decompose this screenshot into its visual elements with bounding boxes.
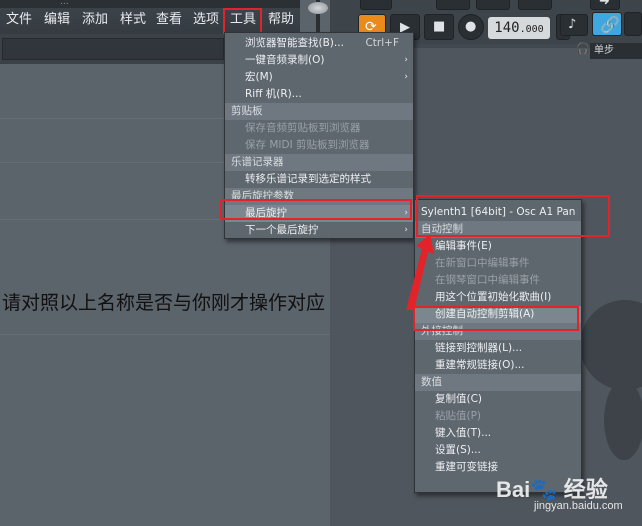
tools-menu-item: 保存 MIDI 剪贴板到浏览器 bbox=[225, 137, 413, 154]
tools-menu-item-label: 一键音频录制(O) bbox=[245, 54, 325, 66]
tools-menu-item[interactable]: 宏(M) › bbox=[225, 69, 413, 86]
snap-button[interactable] bbox=[624, 12, 642, 36]
submenu-item-label: 复制值(C) bbox=[435, 393, 483, 405]
submenu-item[interactable]: 链接到控制器(L)... bbox=[415, 340, 581, 357]
submenu-item-label: 粘贴值(P) bbox=[435, 410, 482, 422]
menu-help[interactable]: 帮助 bbox=[264, 11, 298, 29]
menu-add[interactable]: 添加 bbox=[78, 11, 112, 29]
record-icon: ● bbox=[465, 19, 477, 34]
tools-menu-item-label: Riff 机(R)... bbox=[245, 88, 302, 100]
menu-edit[interactable]: 编辑 bbox=[40, 11, 74, 29]
annotation-text: 请对照以上名称是否与你刚才操作对应 bbox=[2, 292, 326, 314]
tool-button[interactable] bbox=[436, 0, 470, 10]
typing-keyboard-button[interactable]: ♪ bbox=[560, 14, 588, 36]
step-mode-label: 单步 bbox=[594, 45, 614, 56]
link-icon: 🔗 bbox=[600, 15, 620, 34]
submenu-item: 粘贴值(P) bbox=[415, 408, 581, 425]
title-strip-text: ... bbox=[60, 0, 69, 7]
tools-menu-highlight-box bbox=[223, 8, 262, 35]
link-button[interactable]: 🔗 bbox=[592, 12, 622, 36]
tool-button[interactable] bbox=[476, 0, 510, 10]
master-volume-knob[interactable] bbox=[308, 2, 328, 14]
tools-menu-item-label: 宏(M) bbox=[245, 71, 273, 83]
submenu-item-label: 重建可变链接 bbox=[435, 461, 498, 473]
red-arrow bbox=[406, 234, 434, 310]
submenu-item-label: 用这个位置初始化歌曲(I) bbox=[435, 291, 552, 303]
submenu-item-label: 在钢琴窗口中编辑事件 bbox=[435, 274, 540, 286]
submenu-item-label: 数值 bbox=[421, 376, 442, 388]
submenu-section-header: 数值 bbox=[415, 374, 581, 391]
submenu-item-label: 在新窗口中编辑事件 bbox=[435, 257, 530, 269]
tempo-display[interactable]: 140.000 bbox=[488, 17, 550, 39]
submenu-item-label: 键入值(T)... bbox=[435, 427, 492, 439]
submenu-item-label: 设置(S)... bbox=[435, 444, 481, 456]
tools-menu-item[interactable]: 下一个最后旋拧 › bbox=[225, 222, 413, 239]
music-note-icon: ♪ bbox=[568, 17, 577, 32]
submenu-item[interactable]: 复制值(C) bbox=[415, 391, 581, 408]
tools-menu-item: 保存音频剪贴板到浏览器 bbox=[225, 120, 413, 137]
tools-menu-section-header: 乐谱记录器 bbox=[225, 154, 413, 171]
tools-menu-item-label: 保存音频剪贴板到浏览器 bbox=[245, 122, 361, 134]
submenu-item[interactable]: 重建常规链接(O)... bbox=[415, 357, 581, 374]
menu-view[interactable]: 查看 bbox=[152, 11, 186, 29]
submenu-item-label: 链接到控制器(L)... bbox=[435, 342, 523, 354]
arrow-right-icon: ➜ bbox=[599, 0, 610, 9]
record-button[interactable]: ● bbox=[458, 14, 484, 40]
menu-patterns[interactable]: 样式 bbox=[116, 11, 150, 29]
submenu-item-label: 编辑事件(E) bbox=[435, 240, 492, 252]
tempo-decimals: .000 bbox=[519, 24, 544, 35]
step-mode-dropdown[interactable]: 单步 bbox=[590, 43, 642, 59]
tools-menu-section-header: 剪贴板 bbox=[225, 103, 413, 120]
tools-menu-item[interactable]: Riff 机(R)... bbox=[225, 86, 413, 103]
tools-menu-item-label: 转移乐谱记录到选定的样式 bbox=[245, 173, 371, 185]
tools-menu-item[interactable]: 转移乐谱记录到选定的样式 bbox=[225, 171, 413, 188]
tools-menu-item-shortcut: Ctrl+F bbox=[365, 37, 399, 49]
tools-menu-item-label: 浏览器智能查找(B)... bbox=[245, 37, 344, 49]
stop-icon: ■ bbox=[433, 19, 446, 34]
tools-menu-item-label: 保存 MIDI 剪贴板到浏览器 bbox=[245, 139, 370, 151]
submenu-title-highlight-box bbox=[416, 195, 610, 237]
title-strip: ... bbox=[0, 0, 300, 8]
next-button[interactable]: ➜ bbox=[590, 0, 620, 10]
tools-menu-item-label: 乐谱记录器 bbox=[231, 156, 284, 168]
last-tweak-highlight-box bbox=[220, 199, 412, 220]
hint-panel bbox=[2, 38, 224, 60]
tools-menu-item[interactable]: 一键音频录制(O) › bbox=[225, 52, 413, 69]
background-shape bbox=[604, 380, 642, 460]
menu-options[interactable]: 选项 bbox=[189, 11, 223, 29]
submenu-item[interactable]: 键入值(T)... bbox=[415, 425, 581, 442]
submenu-arrow-icon: › bbox=[404, 55, 408, 65]
headphone-icon: 🎧 bbox=[576, 42, 590, 55]
submenu-arrow-icon: › bbox=[404, 72, 408, 82]
submenu-item[interactable]: 设置(S)... bbox=[415, 442, 581, 459]
tools-menu-item[interactable]: 浏览器智能查找(B)... Ctrl+F bbox=[225, 35, 413, 52]
tools-menu-item-label: 剪贴板 bbox=[231, 105, 263, 117]
pattern-song-toggle[interactable] bbox=[360, 0, 392, 10]
tempo-value: 140 bbox=[494, 20, 520, 36]
tools-menu-item-label: 下一个最后旋拧 bbox=[245, 224, 319, 236]
tool-button[interactable] bbox=[518, 0, 552, 10]
stop-button[interactable]: ■ bbox=[424, 14, 454, 40]
menu-file[interactable]: 文件 bbox=[2, 11, 36, 29]
watermark-url: jingyan.baidu.com bbox=[534, 500, 623, 512]
submenu-item-label: 重建常规链接(O)... bbox=[435, 359, 525, 371]
